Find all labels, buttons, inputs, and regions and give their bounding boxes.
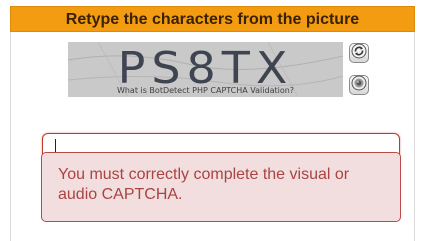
captcha-characters: PS8TX [117,42,294,94]
captcha-title: Retype the characters from the picture [10,6,415,32]
captcha-image: PS8TX What is BotDetect PHP CAPTCHA Vali… [68,42,343,97]
captcha-error-message: You must correctly complete the visual o… [41,152,401,222]
captcha-help-link[interactable]: What is BotDetect PHP CAPTCHA Validation… [68,86,343,95]
speaker-icon [351,75,367,96]
reload-captcha-button[interactable] [349,43,369,63]
play-audio-captcha-button[interactable] [349,75,369,95]
reload-icon [351,43,367,64]
